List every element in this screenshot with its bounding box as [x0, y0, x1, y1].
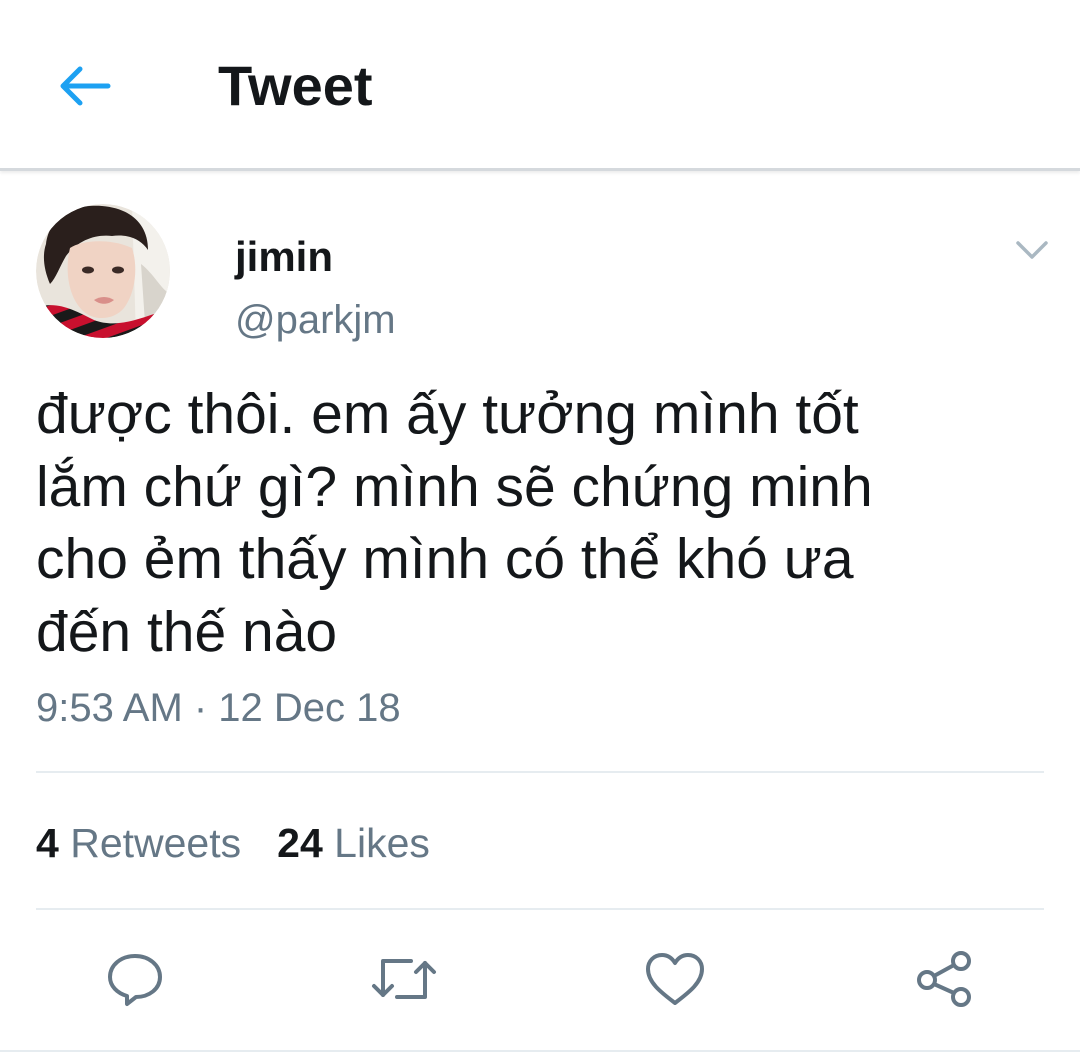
retweets-count: 4: [36, 820, 59, 866]
reply-button[interactable]: [100, 946, 170, 1012]
tweet-stats: 4 Retweets 24 Likes: [36, 818, 430, 868]
top-app-bar: Tweet: [0, 0, 1080, 171]
like-icon: [646, 953, 704, 1005]
retweet-icon: [372, 959, 436, 999]
like-button[interactable]: [640, 946, 710, 1012]
reply-icon: [108, 954, 162, 1006]
retweet-button[interactable]: [369, 946, 439, 1012]
profile-photo: [36, 204, 170, 338]
tweet-timestamp: 9:53 AM · 12 Dec 18: [36, 686, 401, 730]
divider: [36, 908, 1044, 910]
bottom-divider: [0, 1050, 1080, 1052]
chevron-down-icon: [1016, 241, 1048, 259]
retweets-label: Retweets: [70, 820, 242, 866]
back-button[interactable]: [52, 56, 116, 116]
display-name[interactable]: jimin: [235, 232, 333, 282]
share-button[interactable]: [910, 946, 980, 1012]
page-title: Tweet: [218, 54, 373, 117]
likes-stat[interactable]: 24 Likes: [277, 820, 430, 866]
divider: [36, 771, 1044, 773]
likes-count: 24: [277, 820, 323, 866]
tweet-menu-button[interactable]: [1008, 228, 1056, 272]
tweet-text: được thôi. em ấy tưởng mình tốt lắm chứ …: [36, 382, 873, 664]
retweets-stat[interactable]: 4 Retweets: [36, 820, 241, 866]
avatar[interactable]: [36, 204, 170, 338]
likes-label: Likes: [334, 820, 430, 866]
arrow-left-icon: [60, 66, 111, 106]
user-handle[interactable]: @parkjm: [235, 296, 396, 344]
share-icon: [917, 951, 971, 1007]
